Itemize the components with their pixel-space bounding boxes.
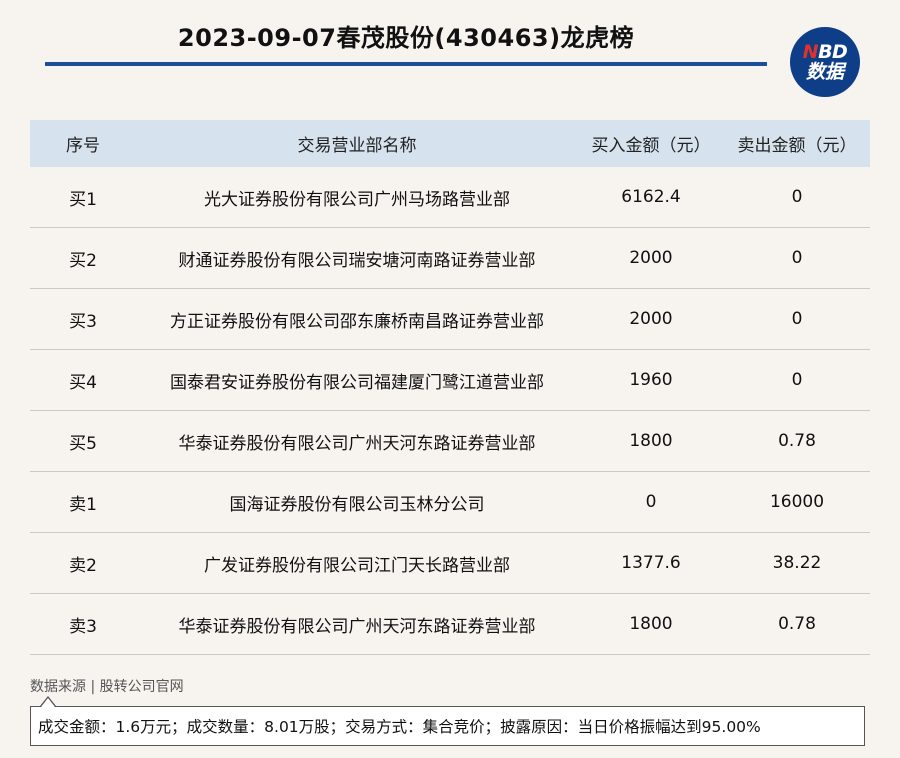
- row-branch-name: 方正证券股份有限公司邵东廉桥南昌路证券营业部: [170, 311, 544, 332]
- title-underline: [45, 62, 767, 66]
- row-buy-amount: 1800: [629, 431, 673, 451]
- table-row: 买2 财通证券股份有限公司瑞安塘河南路证券营业部 2000 0: [30, 228, 870, 289]
- row-seq: 买2: [69, 250, 97, 271]
- row-seq: 买4: [69, 372, 97, 393]
- row-buy-amount: 1377.6: [621, 553, 681, 573]
- table-row: 买1 光大证券股份有限公司广州马场路营业部 6162.4 0: [30, 167, 870, 228]
- table-row: 卖1 国海证券股份有限公司玉林分公司 0 16000: [30, 472, 870, 533]
- table-row: 买3 方正证券股份有限公司邵东廉桥南昌路证券营业部 2000 0: [30, 289, 870, 350]
- nbd-logo: NBD 数据: [790, 27, 860, 97]
- row-branch-name: 国海证券股份有限公司玉林分公司: [229, 494, 485, 515]
- column-header-sell: 卖出金额（元）: [737, 136, 857, 156]
- row-branch-name: 光大证券股份有限公司广州马场路营业部: [204, 189, 510, 210]
- row-buy-amount: 1960: [629, 370, 673, 390]
- row-seq: 卖3: [69, 616, 97, 637]
- page-title: 2023-09-07春茂股份(430463)龙虎榜: [177, 24, 635, 52]
- row-sell-amount: 0: [791, 187, 803, 207]
- row-branch-name: 财通证券股份有限公司瑞安塘河南路证券营业部: [178, 250, 536, 271]
- dragon-tiger-table: 序号 交易营业部名称 买入金额（元） 卖出金额（元） 买1 光大证券股份有限公司…: [30, 120, 870, 655]
- data-source-caption: 数据来源 | 股转公司官网: [30, 679, 184, 695]
- row-sell-amount: 0: [791, 370, 803, 390]
- table-row: 卖2 广发证券股份有限公司江门天长路营业部 1377.6 38.22: [30, 533, 870, 594]
- row-sell-amount: 0.78: [778, 614, 816, 634]
- table-header: 序号 交易营业部名称 买入金额（元） 卖出金额（元）: [30, 120, 870, 167]
- table-row: 买5 华泰证券股份有限公司广州天河东路证券营业部 1800 0.78: [30, 411, 870, 472]
- logo-data-text: 数据: [805, 60, 844, 83]
- row-seq: 卖2: [69, 555, 97, 576]
- row-sell-amount: 16000: [769, 492, 825, 512]
- row-buy-amount: 0: [645, 492, 657, 512]
- row-sell-amount: 0: [791, 248, 803, 268]
- column-header-seq: 序号: [66, 136, 100, 156]
- row-sell-amount: 38.22: [772, 553, 822, 573]
- row-buy-amount: 2000: [629, 248, 673, 268]
- row-buy-amount: 2000: [629, 309, 673, 329]
- column-header-branch: 交易营业部名称: [297, 136, 417, 156]
- row-branch-name: 广发证券股份有限公司江门天长路营业部: [204, 555, 510, 576]
- row-buy-amount: 6162.4: [621, 187, 681, 207]
- row-seq: 买5: [69, 433, 97, 454]
- row-sell-amount: 0.78: [778, 431, 816, 451]
- note-pointer-fill: [41, 698, 55, 707]
- logo-n-letter: N: [802, 40, 819, 63]
- row-buy-amount: 1800: [629, 614, 673, 634]
- row-branch-name: 国泰君安证券股份有限公司福建厦门鹭江道营业部: [170, 372, 544, 393]
- row-branch-name: 华泰证券股份有限公司广州天河东路证券营业部: [178, 616, 536, 637]
- row-seq: 卖1: [69, 494, 97, 515]
- column-header-buy: 买入金额（元）: [591, 136, 711, 156]
- logo-bd-letters: BD: [818, 40, 848, 63]
- table-row: 买4 国泰君安证券股份有限公司福建厦门鹭江道营业部 1960 0: [30, 350, 870, 411]
- trade-summary-note: 成交金额：1.6万元；成交数量：8.01万股；交易方式：集合竞价；披露原因：当日…: [30, 706, 865, 746]
- row-seq: 买1: [69, 189, 97, 210]
- table-row: 卖3 华泰证券股份有限公司广州天河东路证券营业部 1800 0.78: [30, 594, 870, 655]
- row-branch-name: 华泰证券股份有限公司广州天河东路证券营业部: [178, 433, 536, 454]
- row-seq: 买3: [69, 311, 97, 332]
- row-sell-amount: 0: [791, 309, 803, 329]
